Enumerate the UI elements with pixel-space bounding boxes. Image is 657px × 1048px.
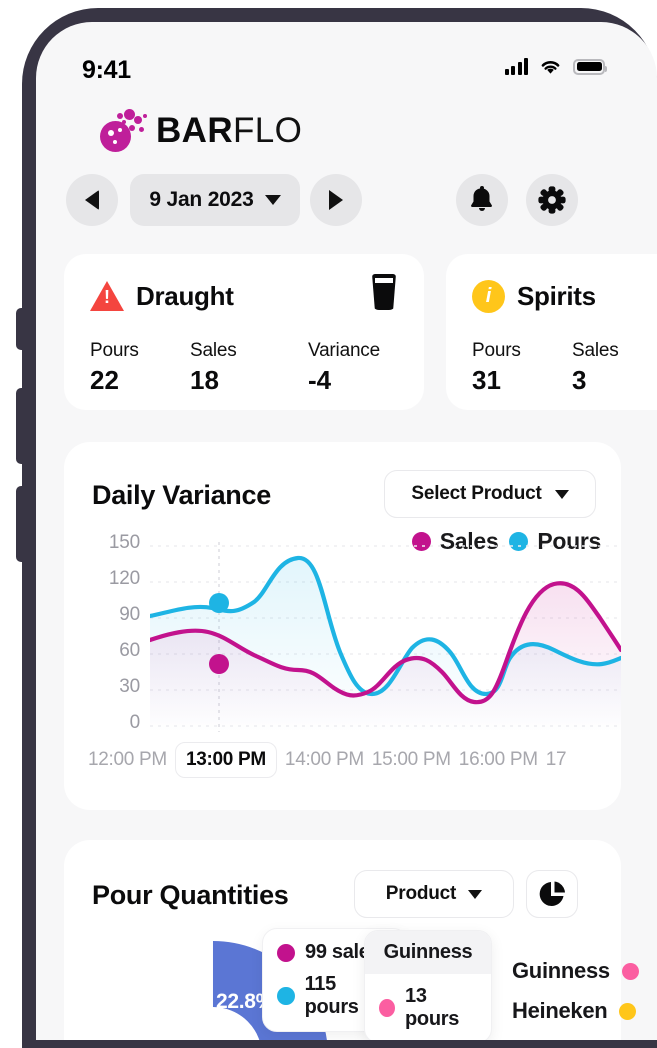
legend-item-guinness[interactable]: Guinness <box>512 958 639 984</box>
slice-label-1: 32.4% <box>104 990 163 1013</box>
line-chart[interactable]: 150 120 90 60 30 0 <box>92 532 621 733</box>
volume-up-button[interactable] <box>16 388 24 464</box>
legend-item-heineken[interactable]: Heineken <box>512 998 639 1024</box>
x-tick[interactable]: 15:00 PM <box>372 749 451 771</box>
product-dropdown-label: Product <box>385 883 457 904</box>
stat-pours: Pours 31 <box>472 340 572 396</box>
stat-value: -4 <box>308 365 332 395</box>
x-axis: 12:00 PM 13:00 PM 14:00 PM 15:00 PM 16:0… <box>88 742 633 778</box>
stat-label: Sales <box>572 340 619 361</box>
status-icons <box>504 58 607 75</box>
kpi-title: Draught <box>136 280 234 311</box>
x-tick-active[interactable]: 13:00 PM <box>174 742 277 778</box>
battery-icon <box>573 58 607 75</box>
stat-value: 31 <box>472 365 501 395</box>
gear-icon <box>538 186 566 214</box>
kpi-card-spirits[interactable]: i Spirits Pours 31 Sales 3 <box>446 254 657 410</box>
donut-title: Pour Quantities <box>92 880 289 910</box>
pie-chart-icon <box>539 881 565 906</box>
date-navigation: 9 Jan 2023 <box>36 170 657 234</box>
chevron-right-icon <box>329 190 343 210</box>
kpi-stats: Pours 31 Sales 3 <box>472 340 657 396</box>
stat-pours: Pours 22 <box>90 340 190 396</box>
previous-day-button[interactable] <box>66 174 118 226</box>
x-tick[interactable]: 14:00 PM <box>285 749 364 771</box>
bell-icon <box>471 186 492 211</box>
select-product-dropdown[interactable]: Select Product <box>384 470 596 518</box>
chart-type-button[interactable] <box>526 870 578 918</box>
settings-button[interactable] <box>526 174 578 226</box>
tooltip-dot-sales <box>277 943 295 962</box>
data-point-sales <box>209 654 229 674</box>
mute-switch[interactable] <box>16 308 24 350</box>
kpi-header: i Spirits <box>472 278 657 314</box>
stat-sales: Sales 3 <box>572 340 657 396</box>
stat-value: 18 <box>190 365 219 395</box>
kpi-card-draught[interactable]: Draught Pours 22 Sales 18 Variance -4 <box>64 254 424 410</box>
y-axis: 150 120 90 60 30 0 <box>92 532 141 733</box>
date-selector[interactable]: 9 Jan 2023 <box>130 174 300 226</box>
signal-bars-icon <box>504 58 528 75</box>
legend-label-guinness: Guinness <box>512 958 610 983</box>
legend-dot-heineken <box>619 1002 637 1020</box>
x-tick[interactable]: 16:00 PM <box>459 749 538 771</box>
brand-bold: BAR <box>156 110 234 150</box>
select-product-label: Select Product <box>411 483 542 504</box>
chevron-down-icon <box>554 489 569 499</box>
app-logo: BARFLO <box>100 108 302 152</box>
chevron-down-icon <box>468 889 483 899</box>
legend-dot-guinness <box>621 962 639 980</box>
chevron-down-icon <box>264 195 281 205</box>
data-point-pours <box>209 593 229 613</box>
y-tick: 0 <box>129 712 141 733</box>
chart-title: Daily Variance <box>92 480 271 510</box>
stat-label: Pours <box>90 340 139 361</box>
y-tick: 90 <box>119 604 140 625</box>
daily-variance-card: Daily Variance Select Product Sales Pour… <box>64 442 621 1032</box>
wifi-icon <box>541 61 560 74</box>
kpi-title: Spirits <box>517 280 596 311</box>
y-tick: 60 <box>119 640 140 661</box>
brand-wordmark: BARFLO <box>156 113 302 148</box>
stat-sales: Sales 18 <box>190 340 308 396</box>
tooltip-product-name: Guinness <box>365 931 491 974</box>
y-tick: 120 <box>108 568 140 589</box>
date-label: 9 Jan 2023 <box>149 188 254 211</box>
stat-value: 22 <box>90 365 119 395</box>
status-clock: 9:41 <box>82 56 131 84</box>
y-tick: 150 <box>108 532 140 553</box>
volume-down-button[interactable] <box>16 486 24 562</box>
stat-value: 3 <box>572 365 587 395</box>
x-tick[interactable]: 12:00 PM <box>88 749 167 771</box>
chevron-left-icon <box>85 190 99 210</box>
kpi-card-row: Draught Pours 22 Sales 18 Variance -4 <box>36 254 657 412</box>
tooltip-dot <box>379 999 395 1017</box>
pint-glass-icon <box>372 274 396 310</box>
tooltip-dot-pours <box>277 987 295 1005</box>
stat-variance: Variance -4 <box>308 340 380 396</box>
status-bar: 9:41 <box>36 54 657 96</box>
app-screen: 9:41 BARFLO 9 Jan 2023 ! Draught Pours 2… <box>36 22 657 1040</box>
stat-label: Pours <box>472 340 521 361</box>
info-circle-icon: i <box>472 279 505 313</box>
next-day-button[interactable] <box>310 174 362 226</box>
donut-legend: Guinness Heineken <box>512 958 639 1038</box>
warning-triangle-icon <box>90 281 124 311</box>
legend-label-heineken: Heineken <box>512 998 608 1023</box>
plot-area <box>150 542 621 732</box>
tooltip-value: 13 pours <box>405 985 460 1030</box>
barflo-bubbles-icon <box>100 108 147 152</box>
x-tick[interactable]: 17 <box>546 749 567 771</box>
stat-label: Sales <box>190 340 237 361</box>
product-dropdown[interactable]: Product <box>354 870 514 918</box>
stat-label: Variance <box>308 340 380 361</box>
y-tick: 30 <box>119 676 140 697</box>
notifications-button[interactable] <box>456 174 508 226</box>
brand-light: FLO <box>233 110 303 150</box>
tooltip-body: 13 pours <box>365 974 491 1040</box>
chart-svg <box>150 542 621 732</box>
kpi-stats: Pours 22 Sales 18 Variance -4 <box>90 340 398 396</box>
kpi-header: Draught <box>90 274 398 314</box>
